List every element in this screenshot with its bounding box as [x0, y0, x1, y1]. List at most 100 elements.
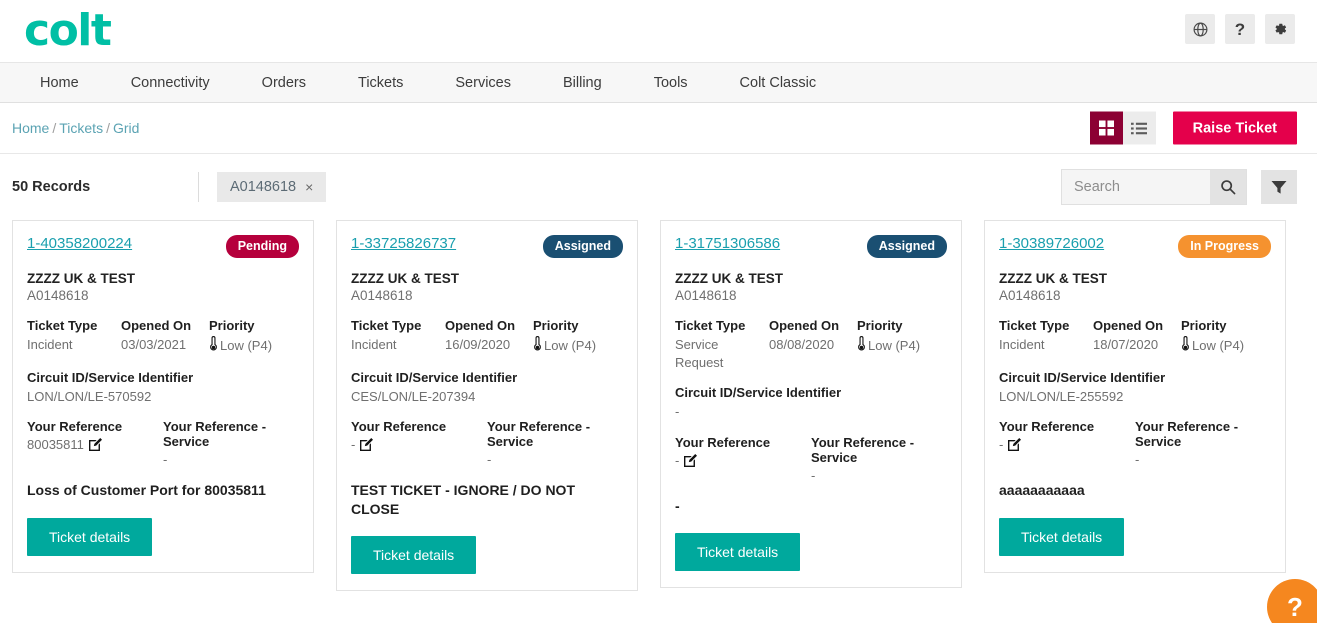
breadcrumb-item-grid: Grid: [112, 120, 140, 136]
main-navigation: Home Connectivity Orders Tickets Service…: [0, 62, 1317, 103]
grid-view-icon[interactable]: [1089, 111, 1123, 145]
ticket-card[interactable]: 1-33725826737 Assigned ZZZZ UK & TEST A0…: [336, 220, 638, 592]
your-reference-label: Your Reference: [999, 419, 1095, 435]
circuit-label: Circuit ID/Service Identifier: [27, 369, 194, 385]
reference-row: Your Reference - Your Reference - Servic…: [999, 419, 1271, 467]
ticket-id-link[interactable]: 1-40358200224: [27, 235, 132, 252]
ticket-description: -: [675, 497, 680, 514]
help-icon[interactable]: ?: [1225, 14, 1255, 44]
reference-row: Your Reference - Your Reference - Servic…: [351, 419, 623, 467]
close-icon[interactable]: ×: [305, 179, 313, 195]
opened-on-field: Opened On 08/08/2020: [769, 318, 857, 371]
filter-chip-account[interactable]: A0148618 ×: [217, 172, 327, 202]
your-reference-value: -: [999, 437, 1004, 453]
circuit-value: -: [675, 404, 680, 420]
your-reference-field: Your Reference -: [999, 419, 1135, 467]
ticket-type-field: Ticket Type Incident: [999, 318, 1093, 356]
priority-value: Low (P4): [868, 338, 921, 353]
ticket-type-value: Service Request: [675, 337, 724, 370]
priority-label: Priority: [1181, 318, 1227, 333]
nav-item-billing[interactable]: Billing: [537, 63, 628, 103]
card-header: 1-40358200224 Pending: [27, 235, 299, 258]
opened-on-value: 18/07/2020: [1093, 337, 1159, 352]
thermometer-icon: [1181, 336, 1190, 356]
priority-label: Priority: [857, 318, 903, 333]
thermometer-icon: [857, 336, 866, 356]
customer-name: ZZZZ UK & TEST: [999, 271, 1107, 286]
view-toggle: [1089, 111, 1156, 145]
opened-on-value: 03/03/2021: [121, 337, 187, 352]
nav-item-orders[interactable]: Orders: [236, 63, 332, 103]
your-reference-value-wrap: -: [999, 437, 1125, 452]
ticket-details-button[interactable]: Ticket details: [351, 536, 477, 575]
breadcrumb-item-home[interactable]: Home: [12, 120, 49, 136]
ticket-id-link[interactable]: 1-30389726002: [999, 235, 1104, 252]
card-header: 1-33725826737 Assigned: [351, 235, 623, 258]
your-reference-service-label: Your Reference - Service: [1135, 419, 1239, 450]
help-icon-glyph: ?: [1234, 19, 1246, 39]
filter-icon[interactable]: [1261, 170, 1297, 204]
search-icon[interactable]: [1210, 170, 1246, 204]
ticket-card-grid: 1-40358200224 Pending ZZZZ UK & TEST A01…: [0, 220, 1317, 592]
priority-field: Priority Low (P4): [857, 318, 930, 371]
ticket-card[interactable]: 1-31751306586 Assigned ZZZZ UK & TEST A0…: [660, 220, 962, 589]
nav-item-tools[interactable]: Tools: [628, 63, 714, 103]
edit-icon[interactable]: [88, 438, 102, 452]
opened-on-label: Opened On: [769, 318, 840, 333]
list-view-icon[interactable]: [1122, 111, 1156, 145]
your-reference-service-label: Your Reference - Service: [487, 419, 591, 450]
thermometer-icon: [209, 336, 218, 356]
globe-icon[interactable]: [1185, 14, 1215, 44]
breadcrumb: Home / Tickets / Grid: [12, 120, 139, 136]
your-reference-field: Your Reference -: [675, 435, 811, 483]
account-number: A0148618: [27, 288, 89, 303]
nav-item-services[interactable]: Services: [429, 63, 537, 103]
opened-on-field: Opened On 18/07/2020: [1093, 318, 1181, 356]
your-reference-service-field: Your Reference - Service -: [487, 419, 623, 467]
reference-row: Your Reference 80035811 Your Reference -…: [27, 419, 299, 467]
priority-value-wrap: Low (P4): [209, 336, 272, 356]
ticket-type-value: Incident: [27, 337, 73, 352]
ticket-type-value: Incident: [351, 337, 397, 352]
your-reference-service-field: Your Reference - Service -: [163, 419, 299, 467]
opened-on-value: 08/08/2020: [769, 337, 835, 352]
breadcrumb-item-tickets[interactable]: Tickets: [59, 120, 103, 136]
ticket-details-button[interactable]: Ticket details: [675, 533, 801, 572]
edit-icon[interactable]: [360, 438, 374, 452]
breadcrumb-separator: /: [52, 120, 57, 136]
records-count: 50 Records: [12, 179, 91, 195]
gear-icon[interactable]: [1265, 14, 1295, 44]
ticket-details-button[interactable]: Ticket details: [27, 517, 153, 556]
priority-value-wrap: Low (P4): [1181, 336, 1244, 356]
your-reference-value-wrap: -: [351, 437, 477, 452]
opened-on-field: Opened On 03/03/2021: [121, 318, 209, 356]
ticket-details-button[interactable]: Ticket details: [999, 517, 1125, 556]
ticket-card[interactable]: 1-30389726002 In Progress ZZZZ UK & TEST…: [984, 220, 1286, 573]
nav-item-home[interactable]: Home: [26, 63, 105, 103]
nav-item-colt-classic[interactable]: Colt Classic: [714, 63, 843, 103]
ticket-type-label: Ticket Type: [351, 318, 422, 333]
raise-ticket-button[interactable]: Raise Ticket: [1172, 111, 1297, 145]
priority-label: Priority: [533, 318, 579, 333]
ticket-id-link[interactable]: 1-31751306586: [675, 235, 780, 252]
nav-item-connectivity[interactable]: Connectivity: [105, 63, 236, 103]
view-toolbar: Raise Ticket: [1089, 111, 1297, 145]
priority-value-wrap: Low (P4): [533, 336, 596, 356]
priority-value: Low (P4): [1192, 338, 1245, 353]
edit-icon[interactable]: [684, 453, 698, 467]
your-reference-service-label: Your Reference - Service: [163, 419, 267, 450]
opened-on-label: Opened On: [445, 318, 516, 333]
edit-icon[interactable]: [1008, 438, 1022, 452]
ticket-meta-row: Ticket Type Incident Opened On 16/09/202…: [351, 318, 623, 356]
breadcrumb-separator-2: /: [106, 120, 110, 136]
ticket-type-label: Ticket Type: [27, 318, 98, 333]
search-input[interactable]: [1062, 170, 1210, 204]
ticket-card[interactable]: 1-40358200224 Pending ZZZZ UK & TEST A01…: [12, 220, 314, 573]
priority-value: Low (P4): [220, 338, 273, 353]
priority-field: Priority Low (P4): [533, 318, 606, 356]
nav-item-tickets[interactable]: Tickets: [332, 63, 429, 103]
your-reference-label: Your Reference: [675, 434, 771, 450]
ticket-type-label: Ticket Type: [999, 318, 1070, 333]
ticket-id-link[interactable]: 1-33725826737: [351, 235, 456, 252]
thermometer-icon: [533, 336, 542, 356]
